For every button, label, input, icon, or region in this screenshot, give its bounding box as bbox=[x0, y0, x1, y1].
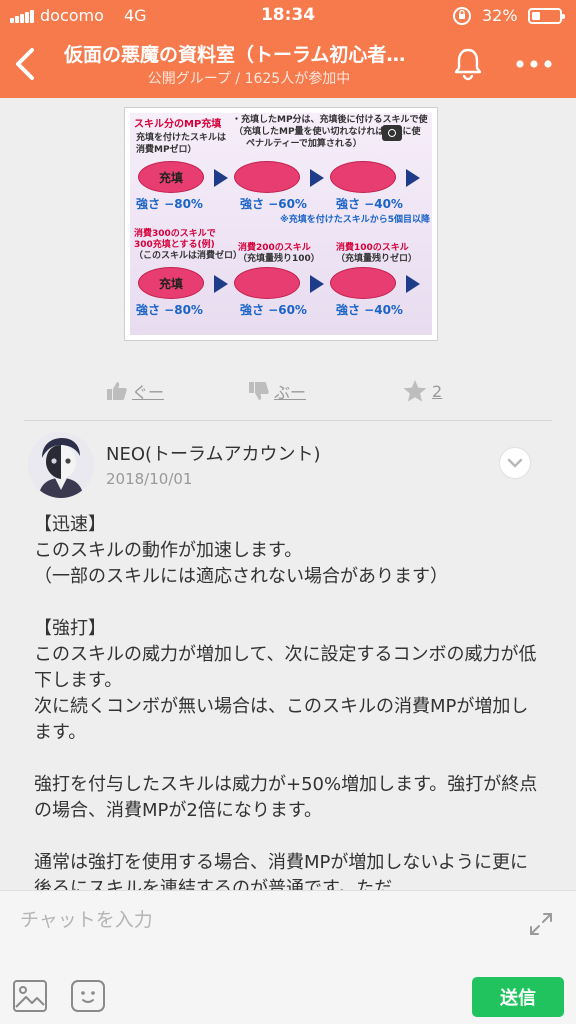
sticker-icon[interactable] bbox=[70, 979, 106, 1013]
back-button[interactable] bbox=[8, 40, 42, 88]
skill-oval bbox=[234, 267, 300, 299]
battery-icon bbox=[528, 8, 565, 24]
arrow-icon bbox=[406, 275, 420, 293]
infographic-text: （このスキルは消費ゼロ） bbox=[134, 251, 243, 261]
attached-image[interactable]: スキル分のMP充填 ・充填したMP分は、充填後に付けるスキルで使 （充填したMP… bbox=[124, 107, 438, 341]
infographic-text: 300充填とする(例) bbox=[134, 240, 215, 250]
dislike-button[interactable]: ぶー bbox=[248, 376, 306, 406]
charge-oval: 充填 bbox=[138, 267, 204, 299]
post-paragraph: 【強打】 このスキルの威力が増加して、次に設定するコンボの威力が低下します。 次… bbox=[34, 618, 537, 743]
infographic-title: スキル分のMP充填 bbox=[134, 119, 222, 130]
skill-oval bbox=[330, 161, 396, 193]
thumbs-down-icon bbox=[249, 382, 269, 400]
expand-icon[interactable] bbox=[526, 909, 556, 939]
arrow-icon bbox=[214, 169, 228, 187]
post-paragraph: 強打を付与したスキルは威力が+50%増加します。強打が終点の場合、消費MPが2倍… bbox=[34, 774, 538, 821]
strength-label: 強さ −60% bbox=[240, 303, 307, 317]
post-date: 2018/10/01 bbox=[106, 470, 193, 488]
strength-label: 強さ −60% bbox=[240, 197, 307, 211]
infographic-text: 消費MPゼロ） bbox=[136, 145, 197, 155]
infographic-text: （充填量残り100） bbox=[238, 254, 320, 264]
infographic-text: （充填量残りゼロ） bbox=[336, 254, 418, 264]
infographic-text: 充填を付けたスキルは bbox=[136, 133, 227, 143]
battery-percent: 32% bbox=[482, 6, 518, 25]
infographic-text: 消費100のスキル bbox=[336, 243, 409, 253]
star-count: 2 bbox=[432, 381, 443, 401]
post-body: 【迅速】 このスキルの動作が加速します。 （一部のスキルには適応されない場合があ… bbox=[34, 512, 544, 890]
infographic-text: 消費200のスキル bbox=[238, 243, 311, 253]
chat-input-bar: 送信 bbox=[0, 890, 576, 1024]
strength-label: 強さ −40% bbox=[336, 303, 403, 317]
status-bar: docomo 4G 18:34 32% bbox=[0, 0, 576, 32]
star-button[interactable]: 2 bbox=[402, 376, 442, 406]
group-title[interactable]: 仮面の悪魔の資料室（トーラム初心者… bbox=[64, 40, 434, 67]
post-author[interactable]: NEO(トーラムアカウント) bbox=[106, 440, 321, 466]
skill-oval bbox=[330, 267, 396, 299]
more-options-icon[interactable] bbox=[512, 44, 556, 84]
strength-label: 強さ −40% bbox=[336, 197, 403, 211]
like-label: ぐー bbox=[132, 383, 165, 402]
arrow-icon bbox=[406, 169, 420, 187]
infographic: スキル分のMP充填 ・充填したMP分は、充填後に付けるスキルで使 （充填したMP… bbox=[130, 113, 432, 335]
notification-bell-icon[interactable] bbox=[448, 44, 488, 84]
arrow-icon bbox=[214, 275, 228, 293]
divider bbox=[24, 420, 552, 421]
post-paragraph: 通常は強打を使用する場合、消費MPが増加しないように更に後ろにスキルを連結するの… bbox=[34, 852, 529, 890]
infographic-text: ペナルティーで加算される） bbox=[246, 139, 362, 149]
image-icon[interactable] bbox=[12, 979, 48, 1013]
thumbs-up-icon bbox=[107, 382, 127, 400]
header-bar: docomo 4G 18:34 32% 仮面の悪魔の資料室（トーラム初心者… 公… bbox=[0, 0, 576, 98]
star-icon bbox=[403, 380, 427, 402]
skill-oval bbox=[234, 161, 300, 193]
arrow-icon bbox=[310, 275, 324, 293]
strength-label: 強さ −80% bbox=[136, 197, 203, 211]
arrow-icon bbox=[310, 169, 324, 187]
expand-menu-button[interactable] bbox=[500, 448, 530, 478]
chat-input[interactable] bbox=[20, 905, 500, 935]
infographic-note: ※充填を付けたスキルから5個目以降 bbox=[280, 215, 431, 225]
group-subtitle: 公開グループ / 1625人が参加中 bbox=[147, 71, 351, 87]
send-button[interactable]: 送信 bbox=[472, 977, 564, 1017]
strength-label: 強さ −80% bbox=[136, 303, 203, 317]
like-button[interactable]: ぐー bbox=[106, 376, 164, 406]
chevron-down-icon bbox=[507, 458, 523, 468]
camera-icon bbox=[382, 125, 402, 141]
dislike-label: ぶー bbox=[274, 383, 307, 402]
avatar[interactable] bbox=[28, 432, 94, 498]
infographic-text: 消費300のスキルで bbox=[134, 229, 216, 239]
charge-oval: 充填 bbox=[138, 161, 204, 193]
post-paragraph: 【迅速】 このスキルの動作が加速します。 （一部のスキルには適応されない場合があ… bbox=[34, 514, 448, 587]
orientation-lock-icon bbox=[453, 7, 471, 25]
